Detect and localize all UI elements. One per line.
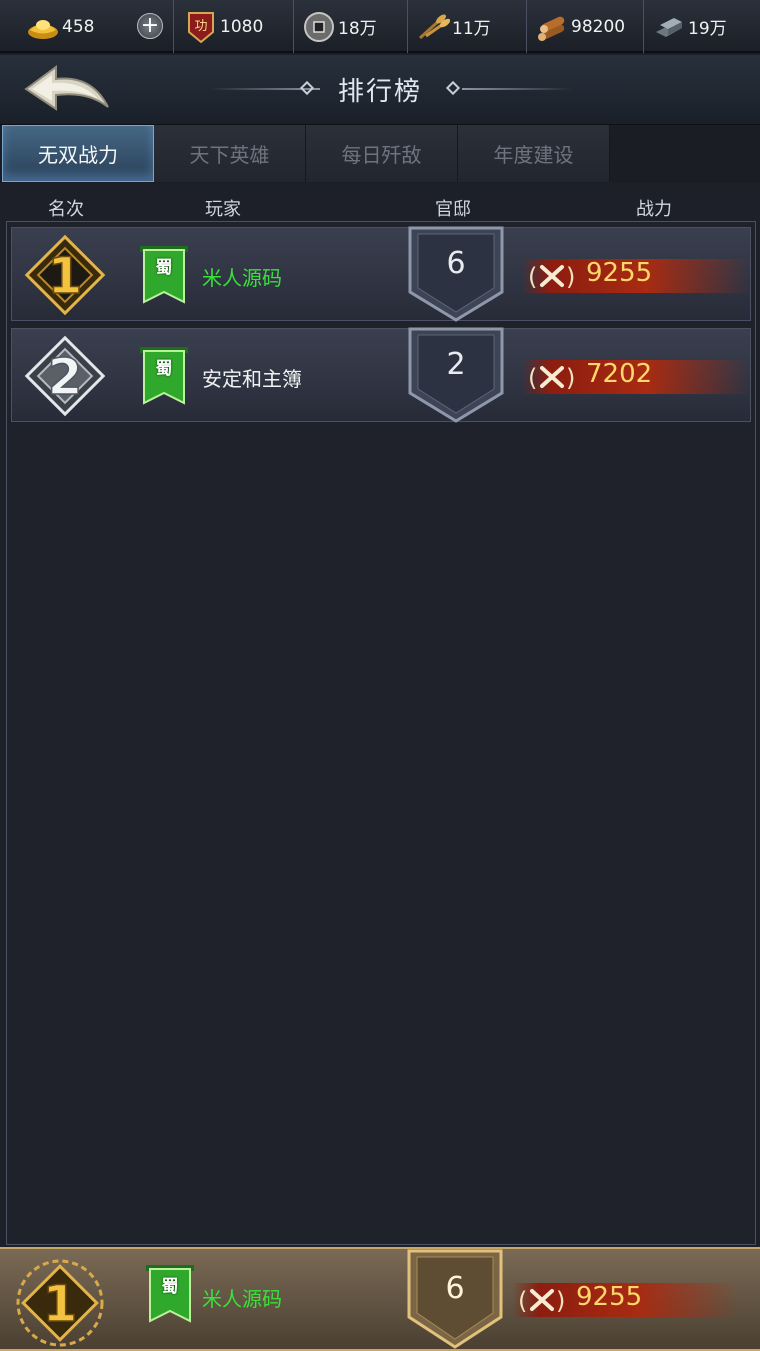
power-bar: ( ) 9255 bbox=[512, 1282, 740, 1317]
title-bar: 排行榜 bbox=[0, 55, 760, 125]
merit-icon: 功 bbox=[184, 10, 218, 44]
resource-value: 19万 bbox=[688, 19, 727, 39]
column-header-power: 战力 bbox=[636, 199, 672, 220]
crossed-swords-icon: ( ) bbox=[528, 261, 576, 291]
crossed-swords-icon: ( ) bbox=[528, 362, 576, 392]
gold-ingot-icon bbox=[26, 10, 60, 44]
mansion-level-shield: 6 bbox=[405, 1249, 505, 1349]
crossed-swords-icon: ( ) bbox=[518, 1285, 566, 1315]
resource-iron[interactable]: 19万 bbox=[644, 0, 760, 53]
svg-text:(: ( bbox=[528, 263, 537, 291]
resource-value: 1080 bbox=[220, 16, 264, 37]
power-value: 9255 bbox=[586, 258, 653, 288]
power-bar: ( ) 7202 bbox=[522, 359, 750, 394]
faction-banner: 蜀 bbox=[146, 1265, 194, 1331]
resource-value: 98200 bbox=[571, 16, 626, 37]
resource-copper[interactable]: 18万 bbox=[294, 0, 408, 53]
svg-text:): ) bbox=[556, 1287, 565, 1315]
title-divider-right bbox=[462, 88, 572, 90]
svg-text:(: ( bbox=[528, 364, 537, 392]
player-name: 米人源码 bbox=[202, 1287, 282, 1311]
power-value: 7202 bbox=[586, 359, 653, 389]
resource-value: 458 bbox=[62, 16, 95, 37]
resource-value: 18万 bbox=[338, 19, 377, 39]
column-header-mansion: 官邸 bbox=[435, 199, 471, 220]
tab-daily-kills[interactable]: 每日歼敌 bbox=[306, 125, 458, 182]
svg-text:(: ( bbox=[518, 1287, 527, 1315]
mansion-level: 6 bbox=[446, 246, 466, 281]
svg-text:): ) bbox=[566, 364, 575, 392]
iron-icon bbox=[652, 10, 686, 44]
mansion-level-shield: 2 bbox=[406, 327, 506, 423]
tab-bar: 无双战力 天下英雄 每日歼敌 年度建设 bbox=[0, 125, 760, 183]
mansion-level-shield: 6 bbox=[406, 226, 506, 322]
player-name: 安定和主簿 bbox=[202, 367, 302, 391]
ranking-row[interactable]: 1 蜀 米人源码 6 ( ) 9255 bbox=[11, 226, 751, 322]
power-bar: ( ) 9255 bbox=[522, 258, 750, 293]
copper-coin-icon bbox=[302, 10, 336, 44]
rank-number: 1 bbox=[43, 1275, 78, 1333]
resource-bar: 458 + 功 1080 18万 11万 98200 19万 bbox=[0, 0, 760, 53]
tab-peerless-power[interactable]: 无双战力 bbox=[2, 125, 154, 182]
wood-icon bbox=[535, 10, 569, 44]
rank-number: 1 bbox=[48, 247, 83, 305]
resource-grain[interactable]: 11万 bbox=[408, 0, 527, 53]
ranking-row[interactable]: 2 蜀 安定和主簿 2 ( ) 7202 bbox=[11, 327, 751, 423]
faction-banner: 蜀 bbox=[140, 246, 188, 312]
faction-label: 蜀 bbox=[155, 359, 173, 379]
tab-annual-construction[interactable]: 年度建设 bbox=[458, 125, 610, 182]
rank-badge-gold-ornate: 1 bbox=[14, 1257, 104, 1347]
column-header-rank: 名次 bbox=[48, 199, 84, 220]
resource-value: 11万 bbox=[452, 19, 491, 39]
mansion-level: 2 bbox=[446, 347, 466, 382]
power-value: 9255 bbox=[576, 1282, 643, 1312]
my-rank-bar[interactable]: 1 蜀 米人源码 6 ( ) 9255 bbox=[0, 1247, 760, 1351]
rank-badge-silver: 2 bbox=[22, 333, 108, 419]
resource-gold[interactable]: 458 + bbox=[0, 0, 174, 53]
merit-icon-char: 功 bbox=[194, 19, 207, 34]
svg-text:): ) bbox=[566, 263, 575, 291]
rank-badge-gold: 1 bbox=[22, 232, 108, 318]
tab-world-heroes[interactable]: 天下英雄 bbox=[154, 125, 306, 182]
grain-icon bbox=[416, 10, 450, 44]
mansion-level: 6 bbox=[445, 1271, 465, 1306]
resource-wood[interactable]: 98200 bbox=[527, 0, 644, 53]
column-header-player: 玩家 bbox=[205, 199, 241, 220]
faction-label: 蜀 bbox=[155, 258, 173, 278]
faction-label: 蜀 bbox=[161, 1277, 179, 1297]
faction-banner: 蜀 bbox=[140, 347, 188, 413]
player-name: 米人源码 bbox=[202, 266, 282, 290]
resource-merit[interactable]: 功 1080 bbox=[174, 0, 294, 53]
add-currency-button[interactable]: + bbox=[137, 13, 163, 39]
page-title: 排行榜 bbox=[337, 77, 422, 107]
rank-number: 2 bbox=[48, 348, 83, 406]
